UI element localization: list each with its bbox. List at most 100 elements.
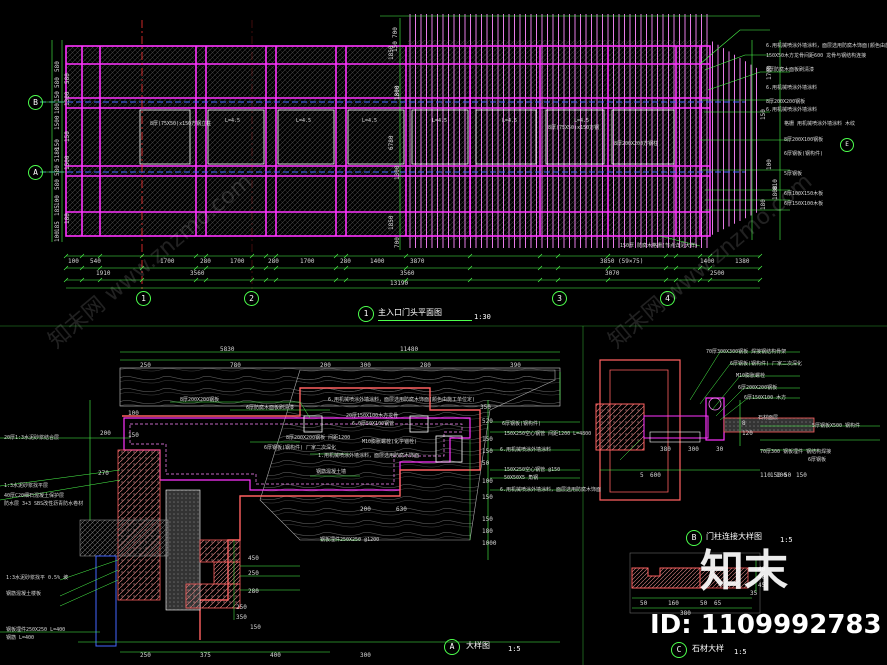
cad-label: 375: [200, 652, 211, 659]
cad-label: 1300: [394, 85, 401, 100]
cad-label: 780: [230, 362, 241, 369]
cad-label: 13190: [390, 280, 409, 287]
cad-label: 钢筋 L=400: [6, 635, 35, 641]
cad-label: 50: [482, 460, 490, 467]
cad-label: 150: [482, 494, 493, 501]
axis-bubble-3: 3: [552, 291, 567, 306]
cad-label: 100: [54, 231, 61, 242]
cad-label: 1380: [735, 258, 750, 265]
axis-bubble-a: A: [28, 165, 43, 180]
cad-label: 石材面层: [758, 415, 779, 421]
cad-label: 6.用机械喷涂外墙涂料，面层选用防腐木饰面(颜色由施工单位定) 盖板: [766, 43, 887, 49]
cad-label: 540: [90, 258, 101, 265]
axis-bubble-2: 2: [244, 291, 259, 306]
cad-label: 400: [270, 652, 281, 659]
cad-label: M10膨胀螺栓: [736, 373, 766, 379]
cad-label: 390: [510, 362, 521, 369]
axis-bubble-e: E: [840, 138, 854, 152]
cad-label: 防水层 3+3 SBS改性沥青防水卷材: [4, 501, 84, 507]
cad-label: 8厚200X200方钢柱: [614, 141, 659, 147]
cad-label: 185: [54, 205, 61, 216]
cad-label: 150厚 防腐木格栅(节点详见大样): [620, 243, 699, 249]
cad-label: 380: [660, 446, 671, 453]
cad-label: 3850 (59×75): [600, 258, 644, 265]
cad-label: 280: [420, 362, 431, 369]
cad-label: 6厚钢板(钢构件) 厂家二次深化: [730, 361, 803, 367]
cad-label: 600: [650, 472, 661, 479]
cad-label: 250: [248, 570, 259, 577]
cad-label: 150X250空心钢管 间距1200 L=4800: [504, 431, 592, 437]
plan-view-marker: 1: [358, 306, 374, 322]
cad-label: 280: [340, 258, 351, 265]
cad-label: 40厚C20细石混凝土保护层: [4, 493, 65, 499]
cad-label: 50: [700, 600, 708, 607]
cad-label: 1400: [370, 258, 385, 265]
cad-label: 1:3水泥砂浆找平层: [4, 483, 49, 489]
cad-label: 5180: [54, 147, 61, 162]
cad-label: 160: [668, 600, 679, 607]
cad-label: 1300: [394, 165, 401, 180]
cad-label: 100: [482, 478, 493, 485]
cad-label: 20厚150X100木方龙骨: [346, 413, 399, 419]
cad-label: 6.用机械喷涂外墙涂料: [766, 85, 818, 91]
cad-label: 250: [140, 362, 151, 369]
cad-label: M10膨胀螺栓(化学锚栓): [362, 439, 418, 445]
cad-label: 1850: [388, 45, 395, 60]
cad-label: L=4.5: [362, 118, 378, 124]
cad-label: 5830: [220, 346, 235, 353]
cad-label: 3070: [605, 270, 620, 277]
cad-label: L=4.5: [225, 118, 241, 124]
cad-label: 630: [396, 506, 407, 513]
cad-label: 6.用机械喷涂外墙涂料: [766, 107, 818, 113]
detail-a-scale: 1:5: [508, 645, 521, 653]
cad-label: 11480: [400, 346, 419, 353]
cad-label: 1500: [54, 115, 61, 130]
cad-label: 100: [68, 258, 79, 265]
cad-label: 8厚(75X50)x150方钢: [548, 125, 600, 131]
cad-label: 70厚300 钢板埋件 钢结构焊接: [760, 449, 832, 455]
plan-view-scale: 1:30: [474, 313, 491, 321]
cad-label: 250: [236, 604, 247, 611]
cad-label: 钢筋混凝土楼板: [6, 591, 42, 597]
cad-label: 150: [64, 131, 71, 142]
cad-label: 6厚150X100 木方: [744, 395, 787, 401]
cad-label: 520: [482, 418, 493, 425]
cad-label: 180: [64, 213, 71, 224]
cad-label: 580: [54, 61, 61, 72]
cad-label: 50: [640, 600, 648, 607]
cad-label: 350: [236, 614, 247, 621]
watermark-id: ID: 1109992783: [650, 610, 882, 640]
cad-label: 150: [482, 516, 493, 523]
cad-label: 8厚(75X50)x150方钢立柱: [150, 121, 212, 127]
cad-label: 250: [140, 652, 151, 659]
detail-c-scale: 1:5: [734, 648, 747, 656]
cad-label: 50: [784, 472, 792, 479]
cad-label: 200: [360, 506, 371, 513]
cad-label: 100: [128, 410, 139, 417]
cad-label: 350: [480, 404, 491, 411]
cad-label: 20厚1:3水泥砂浆结合层: [4, 435, 60, 441]
cad-label: 6.0厚50X100钢管: [352, 421, 395, 427]
cad-label: 6.用机械喷涂外墙涂料: [500, 447, 552, 453]
cad-label: 钢筋混凝土墙: [316, 469, 347, 475]
detail-a-title: 大样图: [466, 641, 490, 650]
cad-label: L=4.5: [432, 118, 448, 124]
cad-label: 6厚防腐木面板刷清漆: [766, 67, 815, 73]
cad-label: 30: [716, 446, 724, 453]
cad-label: 150: [54, 91, 61, 102]
plan-fill-left: [66, 46, 406, 236]
cad-label: 6.用机械喷涂外墙涂料，面层选用防腐木饰面: [500, 487, 602, 493]
cad-label: 3870: [410, 258, 425, 265]
cad-label: 150: [796, 472, 807, 479]
cad-label: 1300: [64, 91, 71, 106]
cad-label: 300: [360, 362, 371, 369]
detail-c-marker: C: [671, 642, 687, 658]
cad-label: 6.用机械喷涂外墙涂料，面层选用防腐木饰面(颜色由施工单位定): [328, 397, 476, 403]
cad-label: 6厚钢板(钢构件) 厂家二次深化: [264, 445, 337, 451]
cad-label: 100: [766, 159, 773, 170]
cad-label: 6厚防腐木面板刷清漆: [246, 405, 295, 411]
cad-label: 120: [742, 430, 753, 437]
cad-label: 1:3水泥砂浆找平 0.5% 坡: [6, 575, 69, 581]
cad-label: 280: [200, 258, 211, 265]
cad-label: 8: [742, 420, 746, 427]
